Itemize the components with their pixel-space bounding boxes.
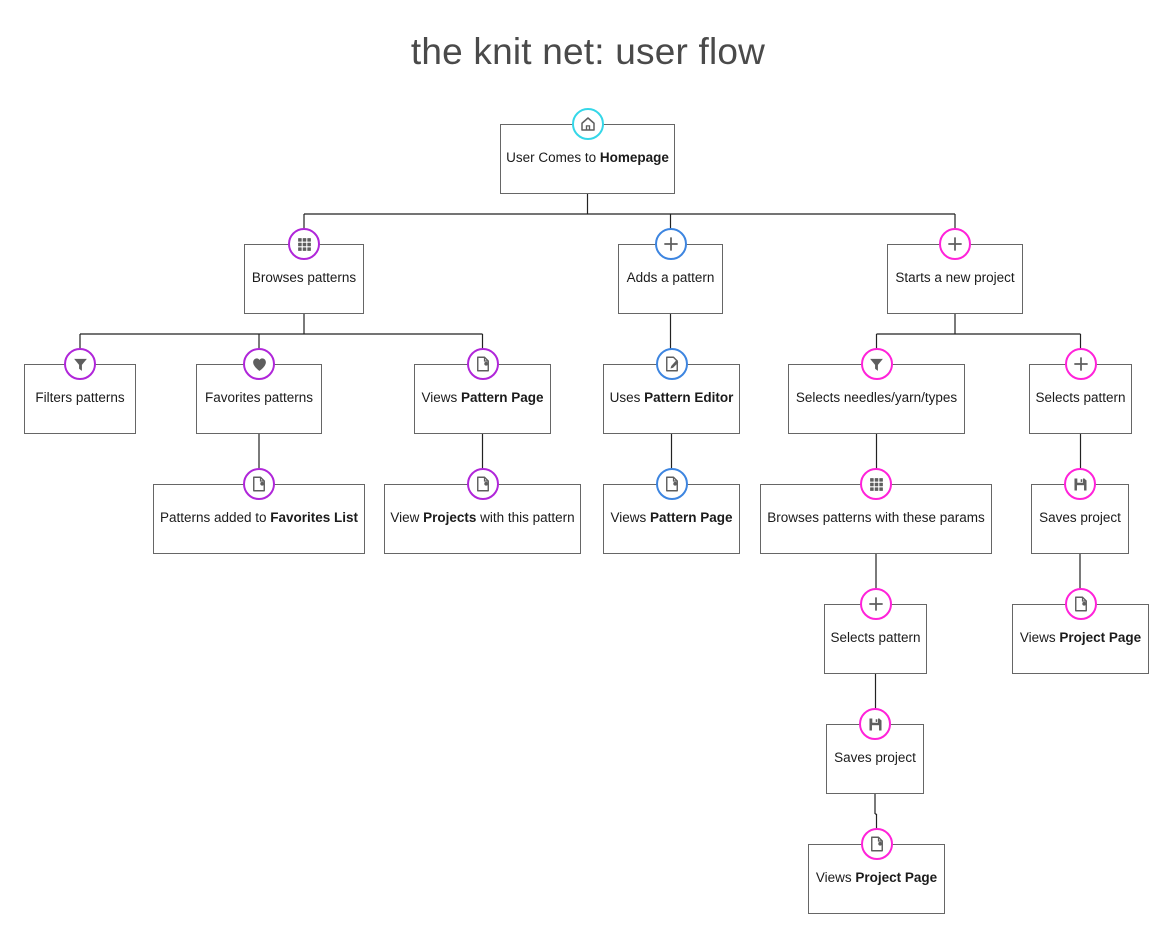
plus-icon <box>859 588 892 620</box>
flow-node-patterns-added-to-favorites-list[interactable]: Patterns added to Favorites List <box>150 468 368 554</box>
label-prefix: Patterns added to <box>159 510 271 525</box>
label-emphasis: Project Page <box>855 870 938 885</box>
label-emphasis: Homepage <box>599 150 669 165</box>
flow-node-label: Starts a new project <box>885 270 1024 287</box>
flow-node-label: Saves project <box>824 750 926 767</box>
flow-node-favorites-patterns[interactable]: Favorites patterns <box>195 348 323 434</box>
label-text: Browses patterns with these params <box>767 510 985 525</box>
label-emphasis: Pattern Page <box>650 510 733 525</box>
flow-node-filters-patterns[interactable]: Filters patterns <box>24 348 136 434</box>
label-emphasis: Projects <box>423 510 477 525</box>
plus-icon <box>1064 348 1097 380</box>
flow-node-selects-pattern-1[interactable]: Selects pattern <box>1029 348 1132 434</box>
label-emphasis: Pattern Editor <box>644 390 734 405</box>
label-suffix: with this pattern <box>476 510 575 525</box>
flow-node-label: Browses patterns <box>242 270 366 287</box>
label-text: Saves project <box>834 750 916 765</box>
label-prefix: User Comes to <box>506 150 600 165</box>
label-text: Starts a new project <box>895 270 1015 285</box>
flow-node-label: Selects needles/yarn/types <box>786 390 967 407</box>
label-prefix: Views <box>815 870 856 885</box>
plus-icon <box>654 228 687 260</box>
flow-node-label: Adds a pattern <box>617 270 725 287</box>
label-text: Filters patterns <box>35 390 125 405</box>
label-prefix: Uses <box>609 390 645 405</box>
edit-page-icon <box>655 348 688 380</box>
flow-node-views-pattern-page-2[interactable]: Views Pattern Page <box>600 468 742 554</box>
home-icon <box>571 108 604 140</box>
label-text: Saves project <box>1039 510 1121 525</box>
label-prefix: Views <box>610 510 650 525</box>
flow-node-uses-pattern-editor[interactable]: Uses Pattern Editor <box>603 348 740 434</box>
flow-node-selects-needles-yarn-types[interactable]: Selects needles/yarn/types <box>786 348 967 434</box>
flow-node-label: Views Pattern Page <box>600 510 742 527</box>
flow-node-label: Patterns added to Favorites List <box>150 510 368 527</box>
flow-node-views-project-page-2[interactable]: Views Project Page <box>806 828 947 914</box>
heart-icon <box>243 348 275 380</box>
flowchart-canvas: the knit net: user flow User Comes to Ho… <box>0 0 1176 941</box>
page-icon <box>466 348 499 380</box>
flow-node-label: Uses Pattern Editor <box>600 390 744 407</box>
label-text: Browses patterns <box>251 270 357 285</box>
flow-node-browses-patterns-with-these-params[interactable]: Browses patterns with these params <box>757 468 995 554</box>
flow-node-saves-project-1[interactable]: Saves project <box>1029 468 1131 554</box>
page-icon <box>1064 588 1097 620</box>
label-prefix: Views <box>1019 630 1060 645</box>
flow-node-selects-pattern-2[interactable]: Selects pattern <box>824 588 927 674</box>
flow-node-label: Favorites patterns <box>195 390 323 407</box>
save-icon <box>859 708 891 740</box>
page-icon <box>243 468 275 500</box>
page-icon <box>655 468 688 500</box>
flow-node-homepage[interactable]: User Comes to Homepage <box>500 108 675 194</box>
flow-node-label: Views Project Page <box>1010 630 1151 647</box>
flow-node-label: Filters patterns <box>25 390 134 407</box>
label-text: Selects needles/yarn/types <box>795 390 958 405</box>
label-text: Favorites patterns <box>204 390 314 405</box>
filter-icon <box>860 348 893 380</box>
flow-node-adds-a-pattern[interactable]: Adds a pattern <box>617 228 725 314</box>
page-title: the knit net: user flow <box>410 31 766 72</box>
label-prefix: Views <box>421 390 461 405</box>
flow-node-label: Saves project <box>1029 510 1131 527</box>
label-text: Selects pattern <box>1035 390 1126 405</box>
flow-node-label: User Comes to Homepage <box>496 150 679 167</box>
label-text: Adds a pattern <box>626 270 715 285</box>
flow-node-views-pattern-page-1[interactable]: Views Pattern Page <box>411 348 553 434</box>
label-emphasis: Pattern Page <box>461 390 544 405</box>
save-icon <box>1064 468 1096 500</box>
filter-icon <box>64 348 96 380</box>
label-prefix: View <box>390 510 424 525</box>
page-icon <box>860 828 893 860</box>
flow-node-view-projects-with-this-pattern[interactable]: View Projects with this pattern <box>384 468 581 554</box>
grid-icon <box>860 468 892 500</box>
label-emphasis: Project Page <box>1059 630 1142 645</box>
flow-node-views-project-page-1[interactable]: Views Project Page <box>1010 588 1151 674</box>
flow-node-label: Views Pattern Page <box>411 390 553 407</box>
label-text: Selects pattern <box>830 630 921 645</box>
flow-node-label: View Projects with this pattern <box>380 510 584 527</box>
flow-node-label: Selects pattern <box>820 630 930 647</box>
flow-node-browses-patterns[interactable]: Browses patterns <box>242 228 366 314</box>
plus-icon <box>939 228 971 260</box>
flow-node-starts-a-new-project[interactable]: Starts a new project <box>885 228 1024 314</box>
label-emphasis: Favorites List <box>270 510 359 525</box>
page-icon <box>466 468 499 500</box>
grid-icon <box>288 228 320 260</box>
flow-node-saves-project-2[interactable]: Saves project <box>824 708 926 794</box>
flow-node-label: Views Project Page <box>806 870 947 887</box>
flow-node-label: Selects pattern <box>1025 390 1135 407</box>
flow-node-label: Browses patterns with these params <box>757 510 995 527</box>
